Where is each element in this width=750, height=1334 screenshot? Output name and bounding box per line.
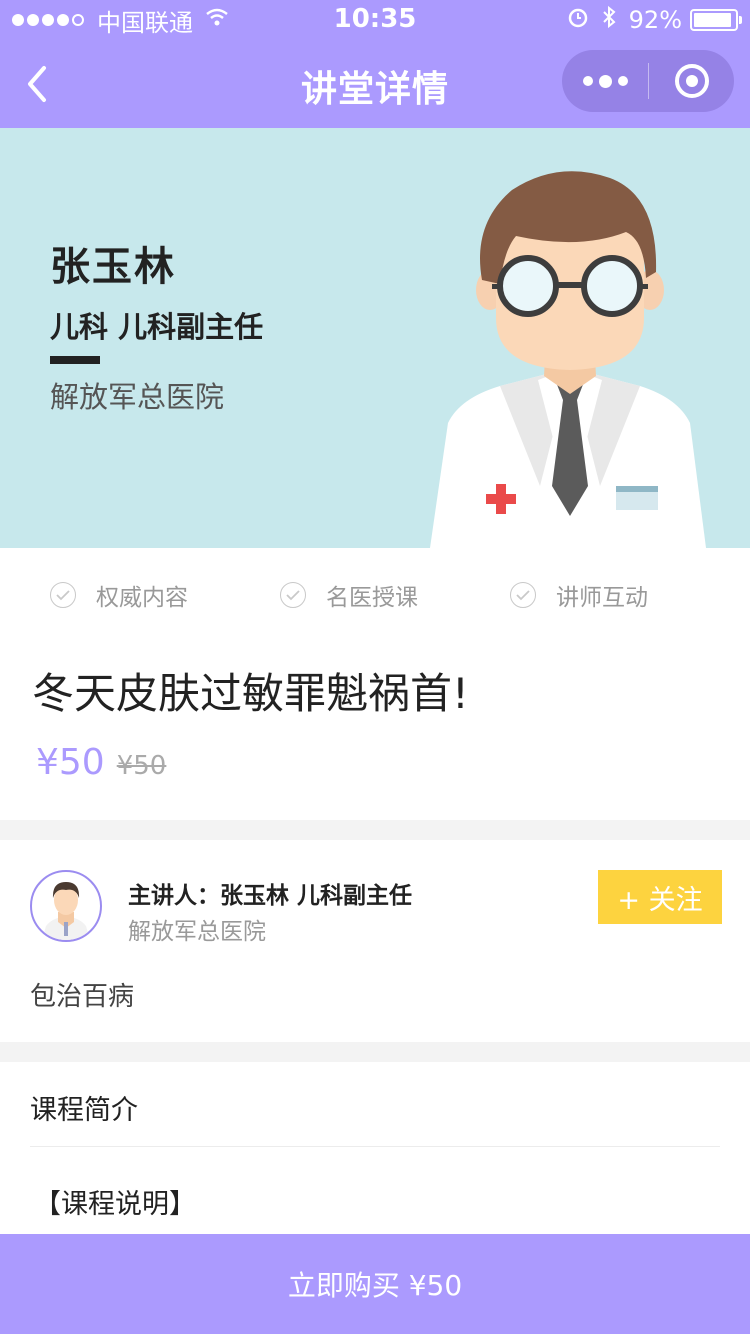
- price-row: ¥50 ¥50: [36, 742, 166, 783]
- battery-icon: [690, 9, 742, 31]
- doctor-name: 张玉林: [50, 244, 176, 290]
- bluetooth-icon: [601, 5, 617, 35]
- check-circle-icon: [280, 582, 306, 608]
- status-right: 92%: [567, 5, 742, 35]
- feature-label: 名医授课: [326, 585, 418, 611]
- doctor-illustration: [430, 171, 706, 548]
- more-button[interactable]: [562, 50, 648, 112]
- buy-now-button[interactable]: 立即购买 ¥50: [0, 1234, 750, 1334]
- doctor-banner: 张玉林 儿科 儿科副主任 解放军总医院: [0, 128, 750, 548]
- lecturer-card: 主讲人：张玉林 儿科副主任 解放军总医院 + 关注 包治百病: [0, 840, 750, 1042]
- course-title: 冬天皮肤过敏罪魁祸首!: [32, 669, 469, 718]
- lecturer-avatar[interactable]: [30, 870, 102, 942]
- feature-item: 权威内容: [50, 578, 188, 612]
- close-button[interactable]: [649, 50, 734, 112]
- course-info-card: 权威内容 名医授课 讲师互动 冬天皮肤过敏罪魁祸首! ¥50 ¥50: [0, 548, 750, 820]
- feature-item: 名医授课: [280, 578, 418, 612]
- page: 中国联通 10:35 92% 讲堂详情 张玉林 儿科 儿科副主任 解放军总医院 …: [0, 0, 750, 1334]
- target-icon: [674, 64, 709, 98]
- feature-label: 讲师互动: [556, 585, 648, 611]
- follow-button[interactable]: + 关注: [598, 870, 722, 924]
- current-price: ¥50: [36, 742, 105, 783]
- original-price: ¥50: [116, 751, 167, 781]
- check-circle-icon: [510, 582, 536, 608]
- lecturer-line: 主讲人：张玉林 儿科副主任: [128, 883, 413, 909]
- lecturer-hospital: 解放军总医院: [128, 919, 266, 945]
- doctor-title: 儿科 儿科副主任: [50, 310, 264, 344]
- status-bar: 中国联通 10:35 92%: [0, 0, 750, 40]
- alarm-icon: [567, 6, 589, 34]
- intro-subheading: 【课程说明】: [34, 1189, 196, 1220]
- check-circle-icon: [50, 582, 76, 608]
- intro-divider: [30, 1146, 720, 1147]
- title-underline: [50, 356, 100, 364]
- feature-row: 权威内容 名医授课 讲师互动: [0, 578, 750, 614]
- battery-percent: 92%: [628, 6, 682, 34]
- feature-label: 权威内容: [96, 585, 188, 611]
- doctor-avatar-icon: [42, 882, 90, 940]
- mini-program-capsule: [562, 50, 734, 112]
- nav-bar: 讲堂详情: [0, 40, 750, 128]
- feature-item: 讲师互动: [510, 578, 648, 612]
- doctor-hospital: 解放军总医院: [50, 380, 225, 414]
- lecturer-description: 包治百病: [30, 982, 135, 1012]
- intro-heading: 课程简介: [30, 1095, 138, 1126]
